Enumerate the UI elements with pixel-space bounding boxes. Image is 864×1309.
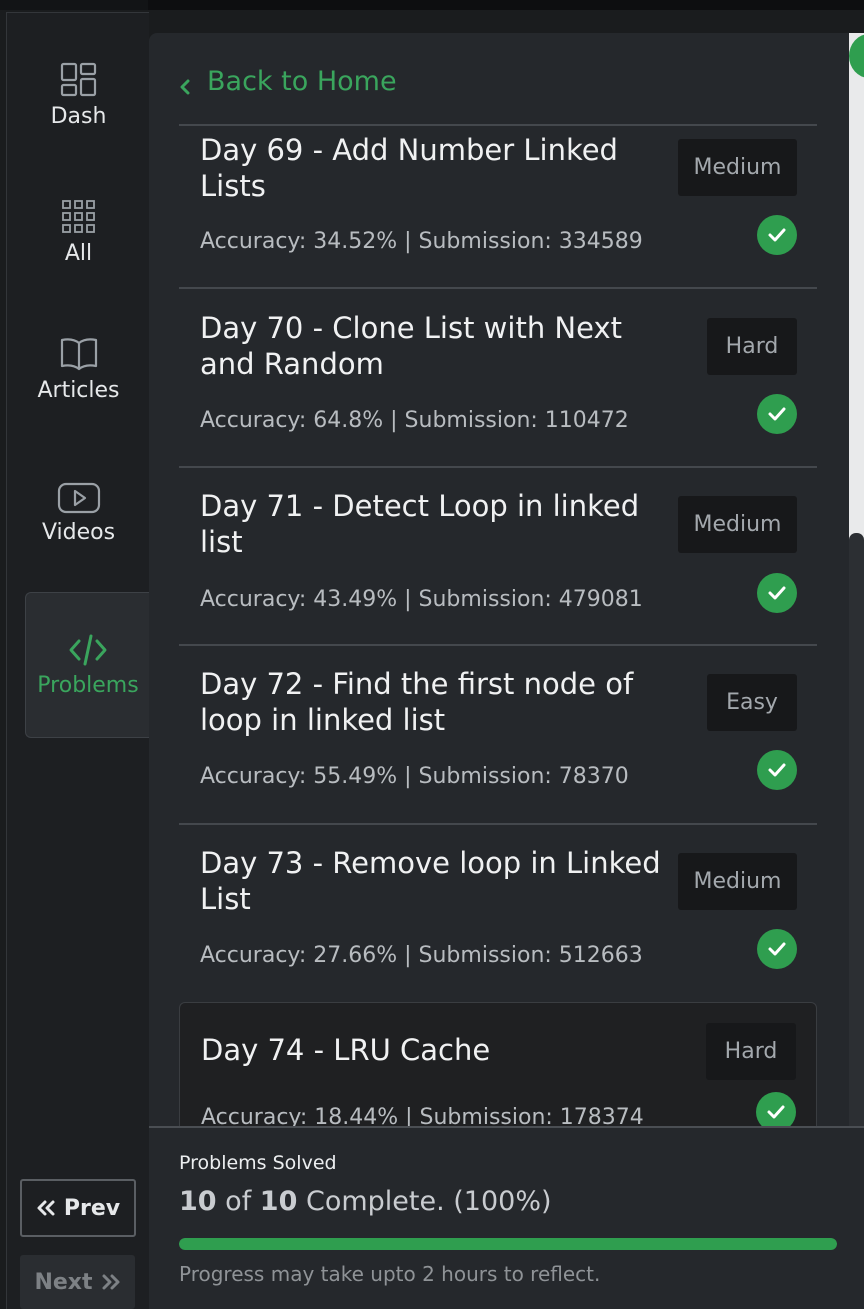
chevrons-left-icon bbox=[36, 1199, 56, 1217]
sidebar-item-problems[interactable]: Problems bbox=[25, 592, 150, 738]
sidebar-item-label: Problems bbox=[37, 672, 139, 698]
problem-list-panel: Back to Home Day 69 - Add Number Linked … bbox=[149, 33, 849, 1309]
total-count: 10 bbox=[259, 1186, 298, 1217]
sidebar: Dash All Articles Videos Problems bbox=[6, 12, 150, 1309]
solved-check-icon bbox=[757, 573, 797, 613]
problem-stats: Accuracy: 27.66% | Submission: 512663 bbox=[200, 943, 643, 968]
solved-count: 10 bbox=[179, 1186, 217, 1217]
problem-title[interactable]: Day 74 - LRU Cache bbox=[201, 1032, 671, 1068]
difficulty-badge: Hard bbox=[706, 1023, 796, 1080]
solved-check-icon bbox=[757, 929, 797, 969]
progress-label: Problems Solved bbox=[179, 1152, 337, 1174]
book-icon bbox=[60, 336, 98, 372]
solved-check-icon bbox=[757, 215, 797, 255]
problem-card[interactable]: Day 71 - Detect Loop in linked list Accu… bbox=[179, 466, 817, 644]
problem-stats: Accuracy: 34.52% | Submission: 334589 bbox=[200, 229, 643, 254]
chevron-left-icon bbox=[179, 69, 207, 95]
difficulty-badge: Hard bbox=[707, 318, 797, 375]
problem-title[interactable]: Day 73 - Remove loop in Linked List bbox=[200, 845, 680, 917]
problem-title[interactable]: Day 71 - Detect Loop in linked list bbox=[200, 488, 670, 560]
problem-title[interactable]: Day 69 - Add Number Linked Lists bbox=[200, 132, 670, 204]
next-label: Next bbox=[34, 1269, 93, 1295]
problem-card[interactable]: Day 69 - Add Number Linked Lists Accurac… bbox=[179, 124, 817, 287]
sidebar-item-label: All bbox=[64, 241, 93, 266]
sidebar-item-dash[interactable]: Dash bbox=[7, 62, 150, 129]
sidebar-item-label: Videos bbox=[41, 520, 116, 545]
sidebar-item-label: Dash bbox=[50, 104, 107, 129]
back-to-home-link[interactable]: Back to Home bbox=[179, 66, 397, 97]
problem-title[interactable]: Day 72 - Find the first node of loop in … bbox=[200, 666, 670, 738]
sidebar-item-videos[interactable]: Videos bbox=[7, 482, 150, 545]
problem-stats: Accuracy: 64.8% | Submission: 110472 bbox=[200, 408, 629, 433]
difficulty-badge: Medium bbox=[678, 496, 797, 553]
sidebar-item-label: Articles bbox=[37, 378, 120, 403]
problem-card[interactable]: Day 72 - Find the first node of loop in … bbox=[179, 644, 817, 823]
back-label: Back to Home bbox=[207, 66, 397, 97]
grid-icon bbox=[61, 199, 97, 235]
progress-note: Progress may take upto 2 hours to reflec… bbox=[179, 1262, 601, 1286]
chevrons-right-icon bbox=[101, 1273, 121, 1291]
top-strip bbox=[0, 0, 864, 10]
progress-bar-fill bbox=[179, 1238, 837, 1250]
problem-card[interactable]: Day 73 - Remove loop in Linked List Accu… bbox=[179, 823, 817, 1002]
video-play-icon bbox=[57, 482, 101, 514]
dashboard-icon bbox=[60, 62, 98, 98]
prev-button[interactable]: Prev bbox=[20, 1179, 136, 1237]
app-window: Dash All Articles Videos Problems Prev N… bbox=[0, 0, 864, 1309]
code-icon bbox=[68, 633, 108, 667]
problem-stats: Accuracy: 55.49% | Submission: 78370 bbox=[200, 764, 629, 789]
solved-check-icon bbox=[757, 394, 797, 434]
difficulty-badge: Medium bbox=[678, 853, 797, 910]
progress-count: 10 of 10 Complete. (100%) bbox=[179, 1186, 552, 1217]
sidebar-item-articles[interactable]: Articles bbox=[7, 336, 150, 403]
next-button[interactable]: Next bbox=[20, 1255, 135, 1309]
problem-stats: Accuracy: 43.49% | Submission: 479081 bbox=[200, 587, 643, 612]
sidebar-item-all[interactable]: All bbox=[7, 199, 150, 266]
problem-card[interactable]: Day 70 - Clone List with Next and Random… bbox=[179, 287, 817, 466]
of-word: of bbox=[225, 1186, 252, 1217]
problem-title[interactable]: Day 70 - Clone List with Next and Random bbox=[200, 310, 670, 382]
difficulty-badge: Easy bbox=[707, 674, 797, 731]
progress-panel: Problems Solved 10 of 10 Complete. (100%… bbox=[149, 1126, 864, 1309]
progress-bar bbox=[179, 1238, 837, 1250]
difficulty-badge: Medium bbox=[678, 139, 797, 196]
prev-label: Prev bbox=[63, 1195, 121, 1221]
solved-check-icon bbox=[757, 750, 797, 790]
complete-text: Complete. (100%) bbox=[305, 1186, 552, 1217]
